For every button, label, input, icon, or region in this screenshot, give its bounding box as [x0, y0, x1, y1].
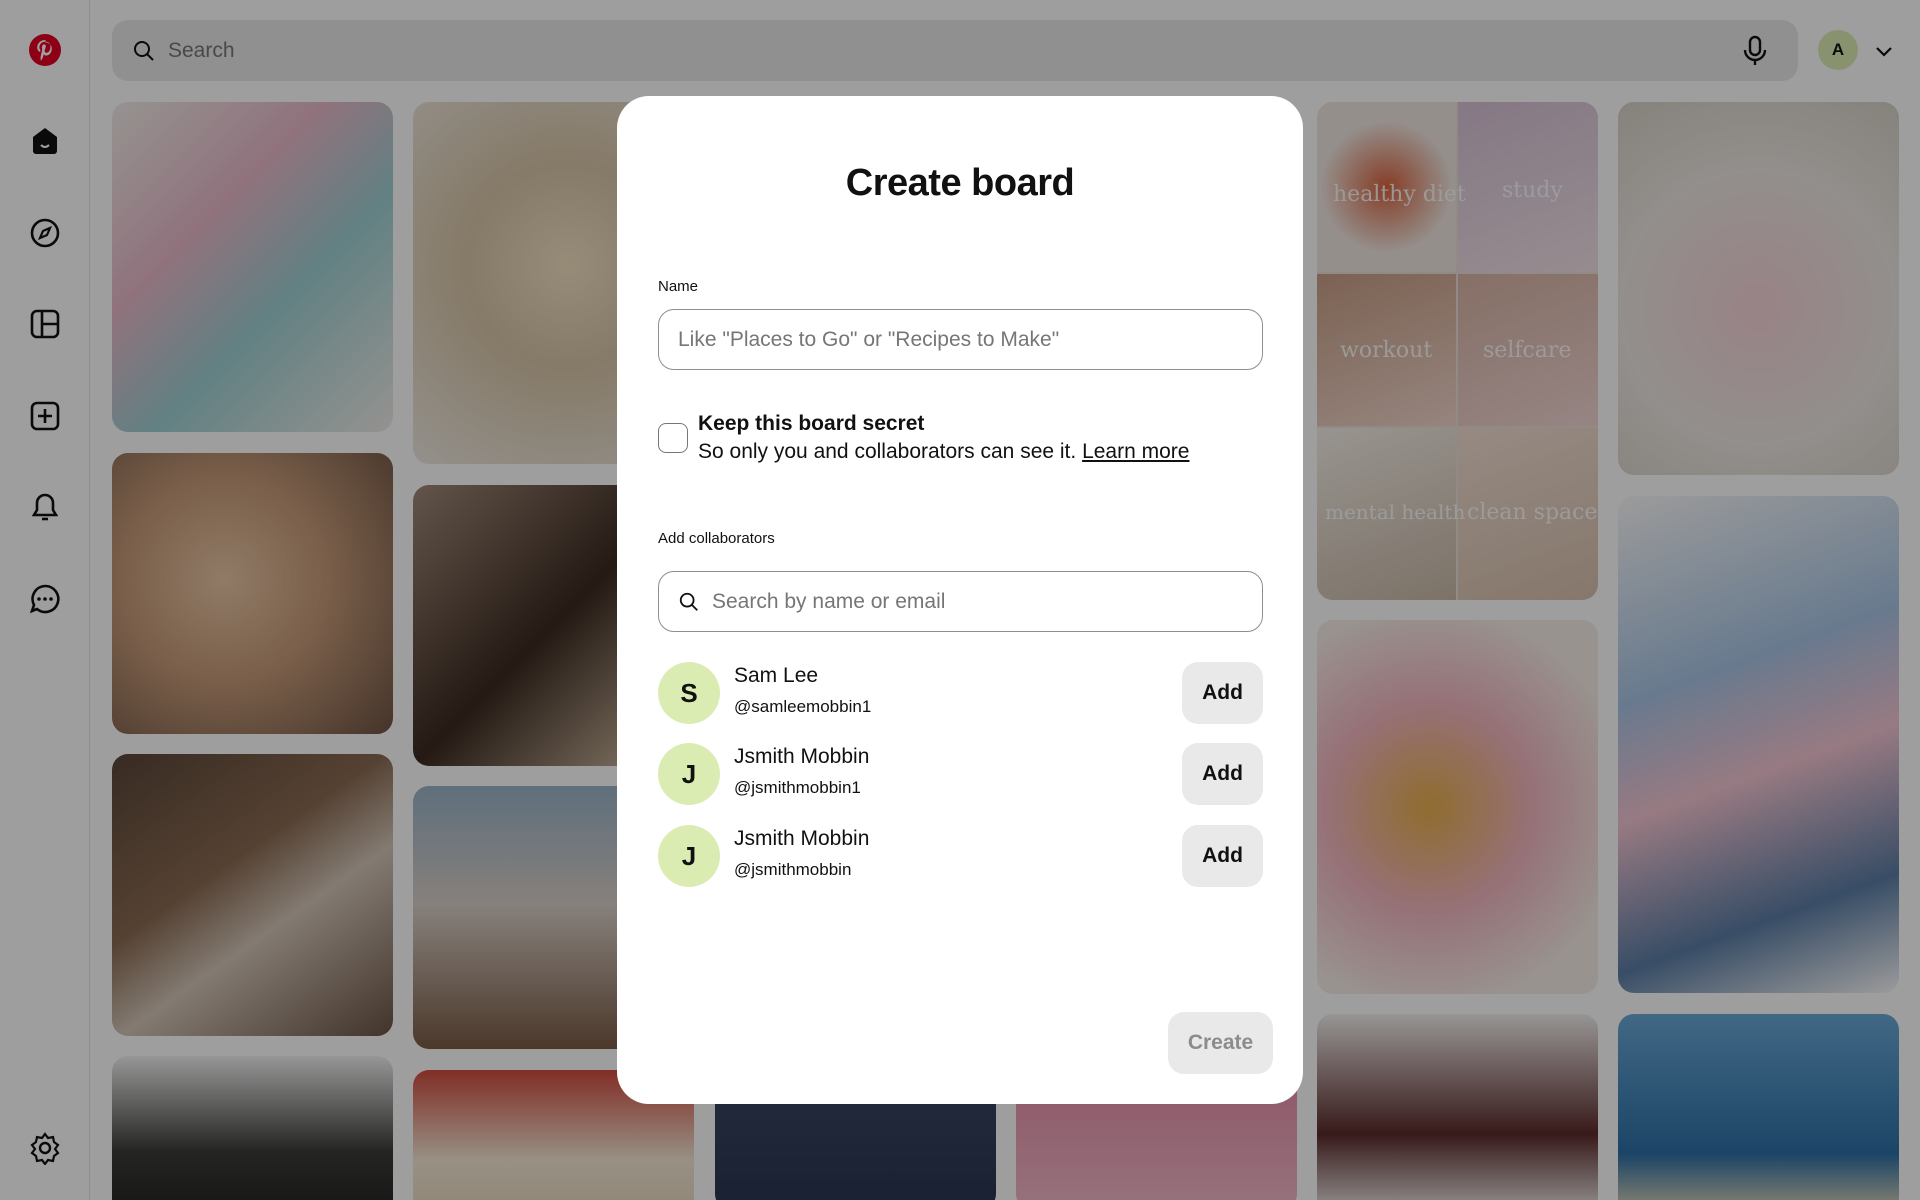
collaborator-search-input[interactable]: Search by name or email	[658, 571, 1263, 632]
collaborator-handle: @samleemobbin1	[734, 697, 872, 716]
search-icon	[679, 592, 698, 611]
collaborator-avatar: S	[658, 662, 720, 724]
collaborator-row: J Jsmith Mobbin @jsmithmobbin1 Add	[658, 743, 1263, 805]
collaborator-row: J Jsmith Mobbin @jsmithmobbin Add	[658, 825, 1263, 887]
create-board-modal: Create board Name Like "Places to Go" or…	[617, 96, 1303, 1104]
add-collaborator-button[interactable]: Add	[1182, 743, 1263, 805]
collaborators-label: Add collaborators	[658, 530, 775, 547]
collaborator-search-placeholder: Search by name or email	[712, 589, 946, 613]
add-collaborator-button[interactable]: Add	[1182, 825, 1263, 887]
collaborator-handle: @jsmithmobbin	[734, 860, 852, 879]
collaborator-name: Jsmith Mobbin	[734, 827, 870, 850]
secret-description: So only you and collaborators can see it…	[698, 440, 1189, 464]
board-name-placeholder: Like "Places to Go" or "Recipes to Make"	[678, 327, 1060, 351]
collaborator-avatar: J	[658, 743, 720, 805]
secret-checkbox[interactable]	[658, 423, 688, 453]
collaborator-name: Sam Lee	[734, 664, 819, 687]
add-collaborator-button[interactable]: Add	[1182, 662, 1263, 724]
learn-more-link[interactable]: Learn more	[1082, 440, 1189, 463]
secret-title: Keep this board secret	[698, 412, 925, 435]
board-name-input[interactable]: Like "Places to Go" or "Recipes to Make"	[658, 309, 1263, 370]
name-label: Name	[658, 278, 699, 295]
collaborator-handle: @jsmithmobbin1	[734, 778, 861, 797]
secret-desc-text: So only you and collaborators can see it…	[698, 440, 1077, 463]
modal-title: Create board	[845, 162, 1075, 204]
create-button[interactable]: Create	[1168, 1012, 1273, 1074]
collaborator-name: Jsmith Mobbin	[734, 745, 870, 768]
collaborator-avatar: J	[658, 825, 720, 887]
collaborator-row: S Sam Lee @samleemobbin1 Add	[658, 662, 1263, 724]
